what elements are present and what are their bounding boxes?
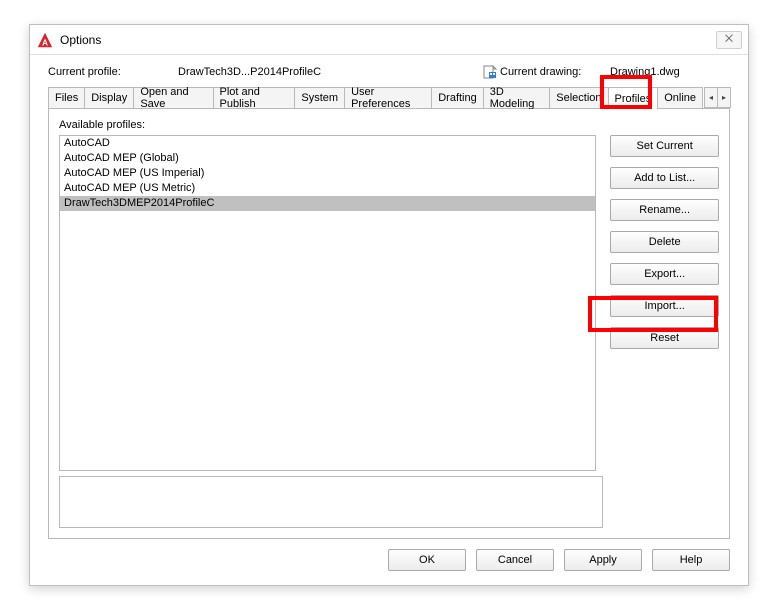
drawing-icon <box>480 64 500 80</box>
profile-buttons: Set Current Add to List... Rename... Del… <box>610 135 719 471</box>
window-title: Options <box>60 33 101 47</box>
header-row: Current profile: DrawTech3D...P2014Profi… <box>48 61 730 83</box>
tab-online[interactable]: Online <box>657 87 703 108</box>
tab-system[interactable]: System <box>294 87 345 108</box>
close-button[interactable]: ⨉ <box>716 31 742 49</box>
tab-selection[interactable]: Selection <box>549 87 608 108</box>
titlebar: A Options ⨉ <box>30 25 748 55</box>
list-item[interactable]: DrawTech3DMEP2014ProfileC <box>60 196 595 211</box>
dialog-content: Current profile: DrawTech3D...P2014Profi… <box>30 55 748 585</box>
tab-panel-profiles: Available profiles: AutoCAD AutoCAD MEP … <box>48 109 730 539</box>
apply-button[interactable]: Apply <box>564 549 642 571</box>
tab-profiles[interactable]: Profiles <box>608 87 659 109</box>
set-current-button[interactable]: Set Current <box>610 135 719 157</box>
add-to-list-button[interactable]: Add to List... <box>610 167 719 189</box>
reset-button[interactable]: Reset <box>610 327 719 349</box>
current-profile-value: DrawTech3D...P2014ProfileC <box>178 66 378 78</box>
delete-button[interactable]: Delete <box>610 231 719 253</box>
autocad-icon: A <box>36 31 54 49</box>
list-item[interactable]: AutoCAD MEP (US Imperial) <box>60 166 595 181</box>
svg-text:A: A <box>42 38 48 47</box>
list-item[interactable]: AutoCAD <box>60 136 595 151</box>
ok-button[interactable]: OK <box>388 549 466 571</box>
help-button[interactable]: Help <box>652 549 730 571</box>
current-profile-label: Current profile: <box>48 66 178 78</box>
tab-files[interactable]: Files <box>48 87 85 108</box>
tab-drafting[interactable]: Drafting <box>431 87 484 108</box>
cancel-button[interactable]: Cancel <box>476 549 554 571</box>
profiles-listbox[interactable]: AutoCAD AutoCAD MEP (Global) AutoCAD MEP… <box>59 135 596 471</box>
import-button[interactable]: Import... <box>610 295 719 317</box>
tab-bar: Files Display Open and Save Plot and Pub… <box>48 87 730 109</box>
current-drawing-value: Drawing1.dwg <box>610 66 730 78</box>
tab-user-preferences[interactable]: User Preferences <box>344 87 432 108</box>
rename-button[interactable]: Rename... <box>610 199 719 221</box>
tab-3d-modeling[interactable]: 3D Modeling <box>483 87 551 108</box>
tab-scroll-right[interactable]: ▸ <box>717 87 731 108</box>
dialog-footer: OK Cancel Apply Help <box>48 549 730 571</box>
export-button[interactable]: Export... <box>610 263 719 285</box>
current-drawing-label: Current drawing: <box>500 66 610 78</box>
profile-description-box[interactable] <box>59 476 603 528</box>
available-profiles-label: Available profiles: <box>59 119 719 131</box>
tab-scroll-left[interactable]: ◂ <box>704 87 718 108</box>
list-item[interactable]: AutoCAD MEP (US Metric) <box>60 181 595 196</box>
tab-open-and-save[interactable]: Open and Save <box>133 87 213 108</box>
tab-plot-and-publish[interactable]: Plot and Publish <box>213 87 296 108</box>
options-dialog: A Options ⨉ Current profile: DrawTech3D.… <box>29 24 749 586</box>
tab-display[interactable]: Display <box>84 87 134 108</box>
list-item[interactable]: AutoCAD MEP (Global) <box>60 151 595 166</box>
